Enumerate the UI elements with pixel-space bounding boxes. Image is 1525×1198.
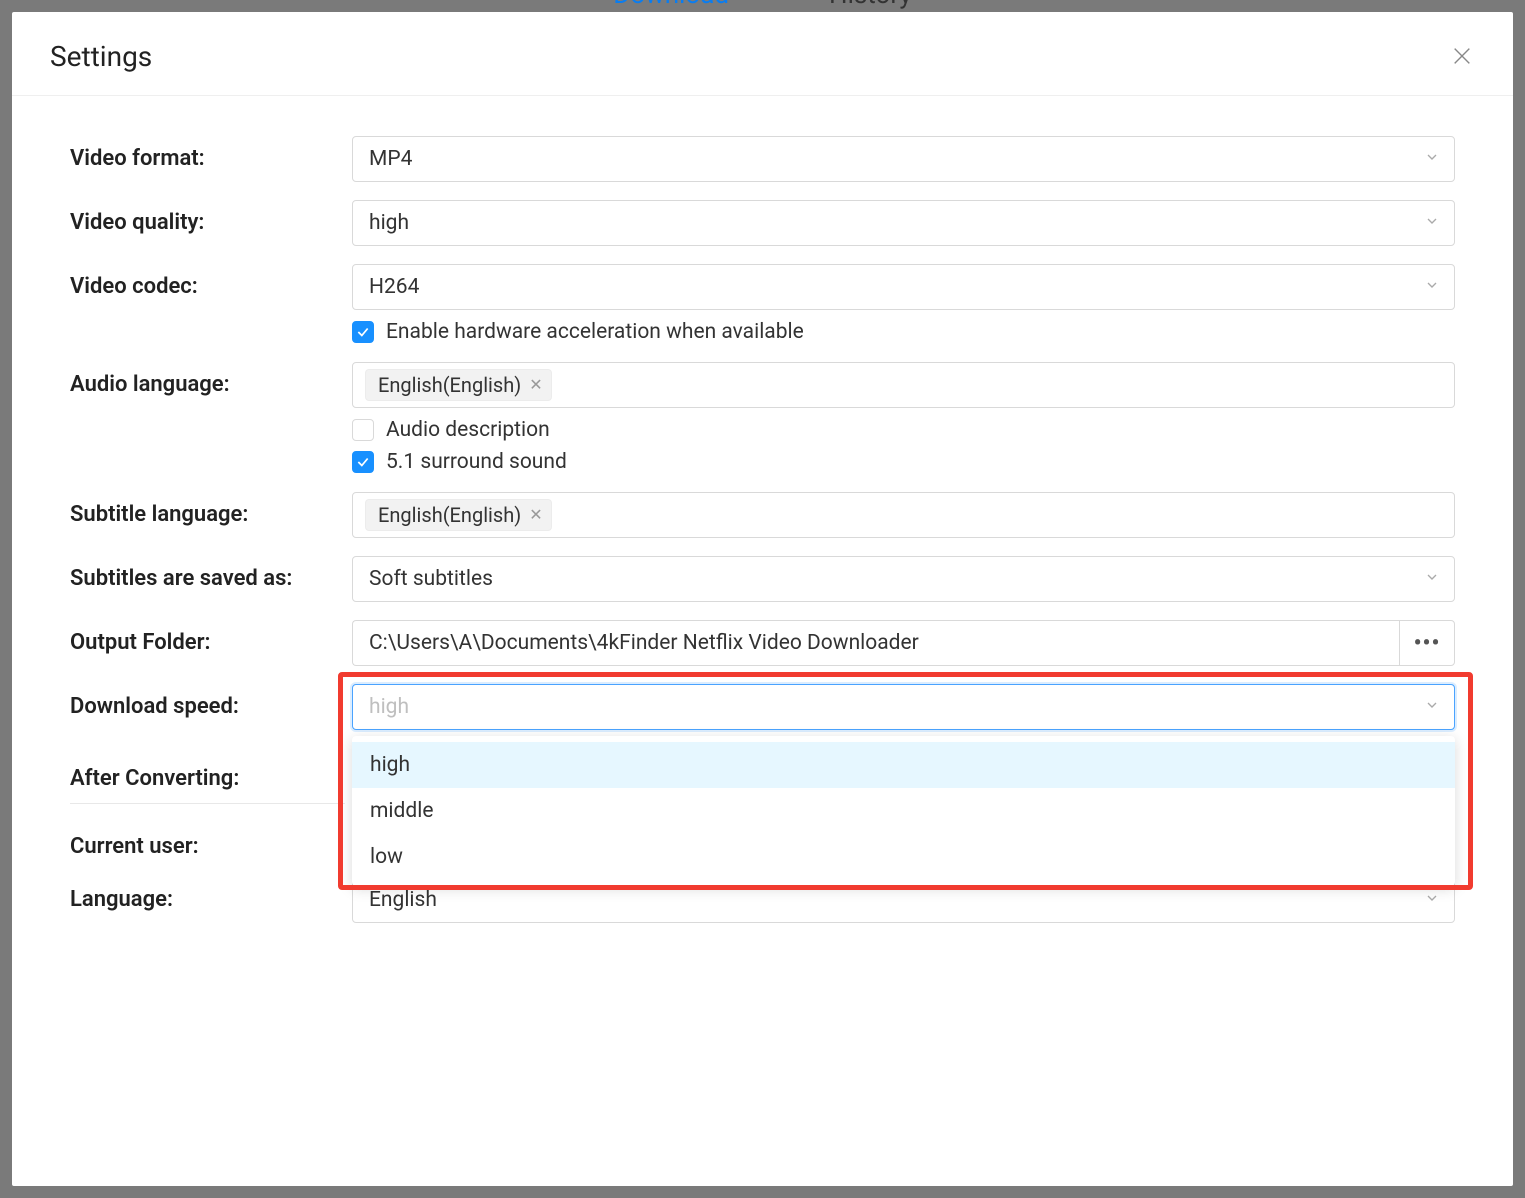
label-video-format: Video format: bbox=[70, 136, 352, 171]
video-format-value: MP4 bbox=[369, 147, 412, 171]
chevron-down-icon bbox=[1424, 695, 1440, 719]
download-speed-placeholder: high bbox=[369, 695, 409, 719]
subtitles-saved-as-select[interactable]: Soft subtitles bbox=[352, 556, 1455, 602]
subtitle-language-input[interactable]: English(English) ✕ bbox=[352, 492, 1455, 538]
label-output-folder: Output Folder: bbox=[70, 620, 352, 655]
label-language: Language: bbox=[70, 877, 352, 912]
surround-checkbox[interactable] bbox=[352, 451, 374, 473]
download-speed-dropdown: high middle low bbox=[352, 736, 1455, 886]
video-codec-value: H264 bbox=[369, 275, 419, 299]
audio-description-label: Audio description bbox=[386, 418, 550, 442]
audio-description-checkbox[interactable] bbox=[352, 419, 374, 441]
label-after-converting: After Converting: bbox=[70, 756, 352, 791]
label-video-codec: Video codec: bbox=[70, 264, 352, 299]
output-folder-value: C:\Users\A\Documents\4kFinder Netflix Vi… bbox=[369, 631, 919, 655]
settings-modal: Settings Video format: MP4 Video quality… bbox=[12, 12, 1513, 1186]
hw-accel-checkbox[interactable] bbox=[352, 321, 374, 343]
output-folder-input[interactable]: C:\Users\A\Documents\4kFinder Netflix Vi… bbox=[352, 620, 1399, 666]
chevron-down-icon bbox=[1424, 567, 1440, 591]
bg-tab-download: Download bbox=[613, 0, 729, 10]
browse-folder-button[interactable]: ••• bbox=[1399, 620, 1455, 666]
divider bbox=[70, 803, 345, 804]
surround-label: 5.1 surround sound bbox=[386, 450, 567, 474]
bg-tab-history: History bbox=[829, 0, 912, 10]
check-icon bbox=[356, 455, 370, 469]
tag-remove-icon[interactable]: ✕ bbox=[529, 507, 542, 523]
label-subtitles-saved-as: Subtitles are saved as: bbox=[70, 556, 352, 591]
audio-language-tag: English(English) ✕ bbox=[365, 369, 552, 401]
modal-body: Video format: MP4 Video quality: high Vi… bbox=[12, 96, 1513, 1186]
video-format-select[interactable]: MP4 bbox=[352, 136, 1455, 182]
close-button[interactable] bbox=[1451, 45, 1475, 69]
video-codec-select[interactable]: H264 bbox=[352, 264, 1455, 310]
tag-remove-icon[interactable]: ✕ bbox=[529, 377, 542, 393]
download-speed-option-low[interactable]: low bbox=[352, 834, 1455, 880]
chevron-down-icon bbox=[1424, 147, 1440, 171]
chevron-down-icon bbox=[1424, 211, 1440, 235]
subtitle-language-tag: English(English) ✕ bbox=[365, 499, 552, 531]
label-download-speed: Download speed: bbox=[70, 684, 352, 719]
language-value: English bbox=[369, 888, 437, 912]
video-quality-value: high bbox=[369, 211, 409, 235]
download-speed-option-middle[interactable]: middle bbox=[352, 788, 1455, 834]
label-video-quality: Video quality: bbox=[70, 200, 352, 235]
subtitles-saved-as-value: Soft subtitles bbox=[369, 567, 493, 591]
audio-language-tag-text: English(English) bbox=[378, 373, 521, 397]
chevron-down-icon bbox=[1424, 888, 1440, 912]
download-speed-option-high[interactable]: high bbox=[352, 742, 1455, 788]
audio-language-input[interactable]: English(English) ✕ bbox=[352, 362, 1455, 408]
check-icon bbox=[356, 325, 370, 339]
label-subtitle-language: Subtitle language: bbox=[70, 492, 352, 527]
modal-header: Settings bbox=[12, 12, 1513, 96]
chevron-down-icon bbox=[1424, 275, 1440, 299]
ellipsis-icon: ••• bbox=[1414, 631, 1441, 656]
modal-title: Settings bbox=[50, 40, 152, 73]
hw-accel-label: Enable hardware acceleration when availa… bbox=[386, 320, 804, 344]
download-speed-select[interactable]: high bbox=[352, 684, 1455, 730]
close-icon bbox=[1451, 45, 1473, 67]
label-audio-language: Audio language: bbox=[70, 362, 352, 397]
subtitle-language-tag-text: English(English) bbox=[378, 503, 521, 527]
video-quality-select[interactable]: high bbox=[352, 200, 1455, 246]
label-current-user: Current user: bbox=[70, 824, 352, 859]
